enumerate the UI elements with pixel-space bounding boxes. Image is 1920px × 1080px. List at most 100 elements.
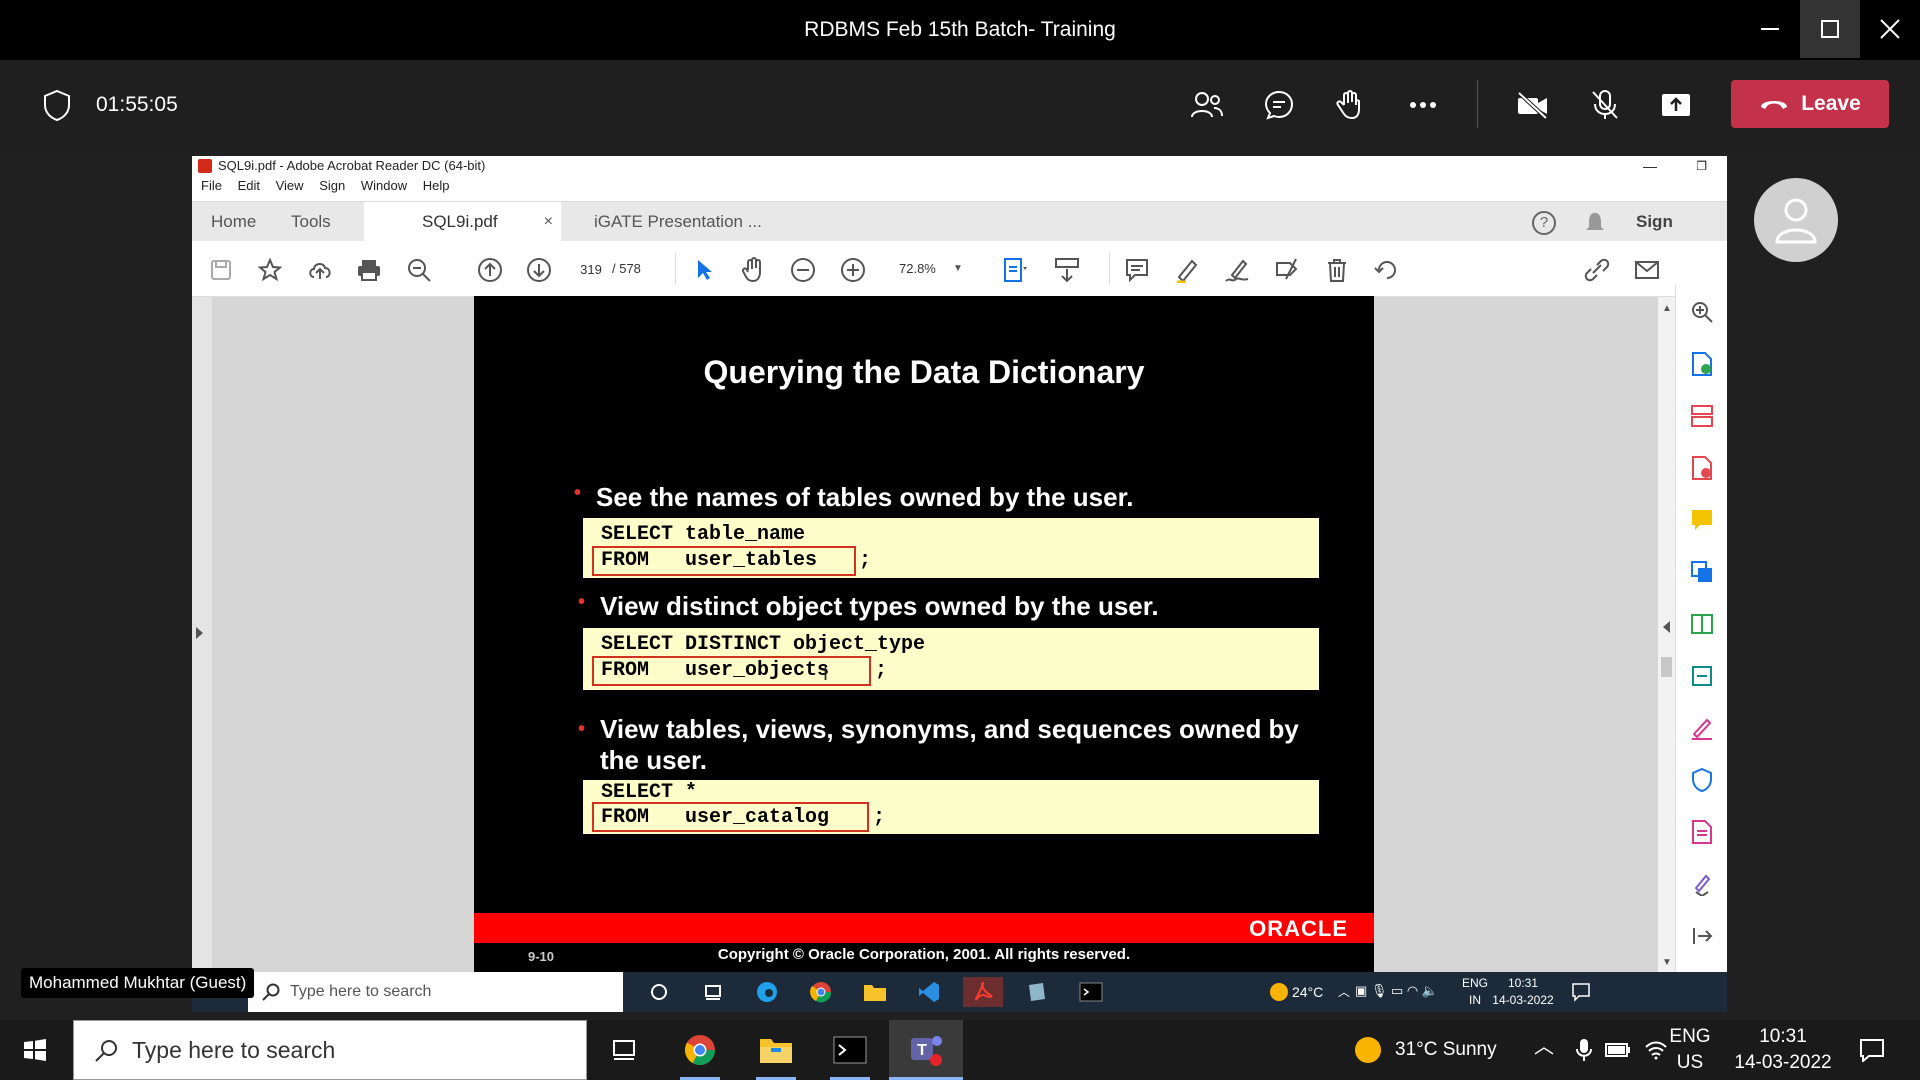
task-view-icon[interactable] [604, 1032, 644, 1068]
file-explorer-icon[interactable] [860, 977, 890, 1007]
app-icon[interactable] [1022, 977, 1052, 1007]
select-pointer-icon[interactable] [689, 255, 719, 285]
remote-search-box[interactable]: Type here to search [248, 972, 623, 1012]
taskbar-search-box[interactable]: Type here to search [73, 1020, 587, 1080]
menu-help[interactable]: Help [423, 178, 450, 193]
fill-sign-icon[interactable] [1687, 713, 1717, 743]
remote-date[interactable]: 14-03-2022 [1488, 992, 1558, 1008]
fit-page-icon[interactable] [1000, 255, 1030, 285]
scroll-up-icon[interactable]: ▲ [1662, 303, 1672, 314]
more-options-button[interactable] [1400, 82, 1446, 128]
taskbar-weather[interactable]: 31°C Sunny [1395, 1037, 1497, 1063]
menu-file[interactable]: File [201, 178, 222, 193]
compare-icon[interactable] [1687, 609, 1717, 639]
leave-button[interactable]: Leave [1731, 80, 1889, 128]
tray-chevron-icon[interactable]: ︿ [1534, 1034, 1554, 1060]
vertical-scrollbar[interactable] [1658, 297, 1675, 972]
tab-home[interactable]: Home [211, 202, 281, 242]
zoom-tool-icon[interactable] [1687, 297, 1717, 327]
acrobat-restore-icon[interactable]: ❐ [1696, 156, 1707, 176]
tray-battery-icon[interactable] [1598, 1032, 1638, 1068]
acrobat-minimize-icon[interactable]: — [1643, 156, 1657, 176]
zoom-level-select[interactable]: 72.8% ▼ [895, 257, 975, 281]
right-panel-collapse-icon[interactable] [1663, 621, 1670, 633]
windows-start-icon[interactable] [15, 1032, 55, 1068]
task-view-icon[interactable] [698, 977, 728, 1007]
more-tools-icon[interactable] [1687, 869, 1717, 899]
bell-icon[interactable] [1584, 211, 1606, 235]
email-icon[interactable] [1632, 255, 1662, 285]
menu-sign[interactable]: Sign [319, 178, 345, 193]
left-panel-toggle-icon[interactable] [196, 627, 203, 639]
share-screen-button[interactable] [1653, 82, 1699, 128]
highlight-pen-icon[interactable] [1172, 255, 1202, 285]
taskbar-lang[interactable]: ENG [1667, 1024, 1713, 1050]
tab-sql9i[interactable]: SQL9i.pdf × [364, 202, 561, 242]
camera-toggle-button[interactable] [1510, 82, 1556, 128]
acrobat-taskbar-icon[interactable] [963, 977, 1003, 1007]
scan-ocr-icon[interactable] [1687, 661, 1717, 691]
comment-tool-icon[interactable] [1687, 505, 1717, 535]
menu-edit[interactable]: Edit [238, 178, 260, 193]
sign-in-link[interactable]: Sign [1636, 202, 1696, 242]
edit-pdf-icon[interactable] [1687, 817, 1717, 847]
tab-tools[interactable]: Tools [291, 202, 361, 242]
chrome-icon[interactable] [806, 977, 836, 1007]
zoom-out-icon[interactable] [788, 255, 818, 285]
tray-chevron-icon[interactable]: ︿ [1338, 984, 1350, 1000]
comment-icon[interactable] [1122, 255, 1152, 285]
tab-close-icon[interactable]: × [544, 202, 553, 242]
star-icon[interactable] [255, 255, 285, 285]
vscode-icon[interactable] [914, 977, 944, 1007]
share-link-icon[interactable] [1582, 255, 1612, 285]
organize-pages-icon[interactable] [1687, 401, 1717, 431]
create-pdf-icon[interactable] [1687, 453, 1717, 483]
edge-icon[interactable] [752, 977, 782, 1007]
taskbar-region[interactable]: US [1667, 1050, 1713, 1076]
combine-files-icon[interactable] [1687, 557, 1717, 587]
page-number-input[interactable]: 319 [574, 257, 608, 281]
reactions-button[interactable] [1328, 82, 1374, 128]
teams-taskbar-button[interactable]: T [889, 1020, 963, 1080]
sign-pen-icon[interactable] [1222, 255, 1252, 285]
remote-region[interactable]: IN [1460, 992, 1490, 1008]
tab-igate[interactable]: iGATE Presentation ... [594, 202, 764, 242]
mic-toggle-button[interactable] [1582, 82, 1628, 128]
cloud-upload-icon[interactable] [305, 255, 335, 285]
menu-window[interactable]: Window [361, 178, 407, 193]
chat-button[interactable] [1256, 82, 1302, 128]
notification-center-icon[interactable] [1852, 1032, 1892, 1068]
export-pdf-icon[interactable] [1687, 349, 1717, 379]
hand-tool-icon[interactable] [738, 255, 768, 285]
maximize-button[interactable] [1800, 0, 1860, 58]
remote-time[interactable]: 10:31 [1488, 975, 1558, 991]
cortana-icon[interactable] [644, 977, 674, 1007]
terminal-taskbar-icon[interactable] [830, 1032, 870, 1068]
zoom-in-icon[interactable] [838, 255, 868, 285]
scroll-down-icon[interactable]: ▼ [1662, 957, 1672, 968]
taskbar-time[interactable]: 10:31 [1724, 1024, 1842, 1050]
tray-icons[interactable]: ▣ 🎙 ▭ ◠ 🔈 [1355, 983, 1438, 999]
save-icon[interactable] [206, 255, 236, 285]
file-explorer-taskbar-icon[interactable] [756, 1032, 796, 1068]
notification-icon[interactable] [1566, 977, 1596, 1007]
protect-icon[interactable] [1687, 765, 1717, 795]
minimize-button[interactable] [1740, 0, 1800, 58]
scrollbar-thumb[interactable] [1661, 657, 1672, 677]
trash-icon[interactable] [1322, 255, 1352, 285]
menu-view[interactable]: View [276, 178, 304, 193]
terminal-icon[interactable] [1076, 977, 1106, 1007]
redact-icon[interactable] [1272, 255, 1302, 285]
rotate-icon[interactable] [1372, 255, 1402, 285]
scroll-mode-icon[interactable] [1052, 255, 1082, 285]
print-icon[interactable] [354, 255, 384, 285]
participants-button[interactable] [1184, 82, 1230, 128]
zoom-search-icon[interactable] [404, 255, 434, 285]
page-up-icon[interactable] [475, 255, 505, 285]
remote-lang[interactable]: ENG [1460, 975, 1490, 991]
taskbar-date[interactable]: 14-03-2022 [1724, 1050, 1842, 1076]
chrome-taskbar-icon[interactable] [680, 1032, 720, 1068]
page-down-icon[interactable] [524, 255, 554, 285]
help-icon[interactable]: ? [1532, 211, 1556, 235]
expand-panel-icon[interactable] [1687, 921, 1717, 951]
